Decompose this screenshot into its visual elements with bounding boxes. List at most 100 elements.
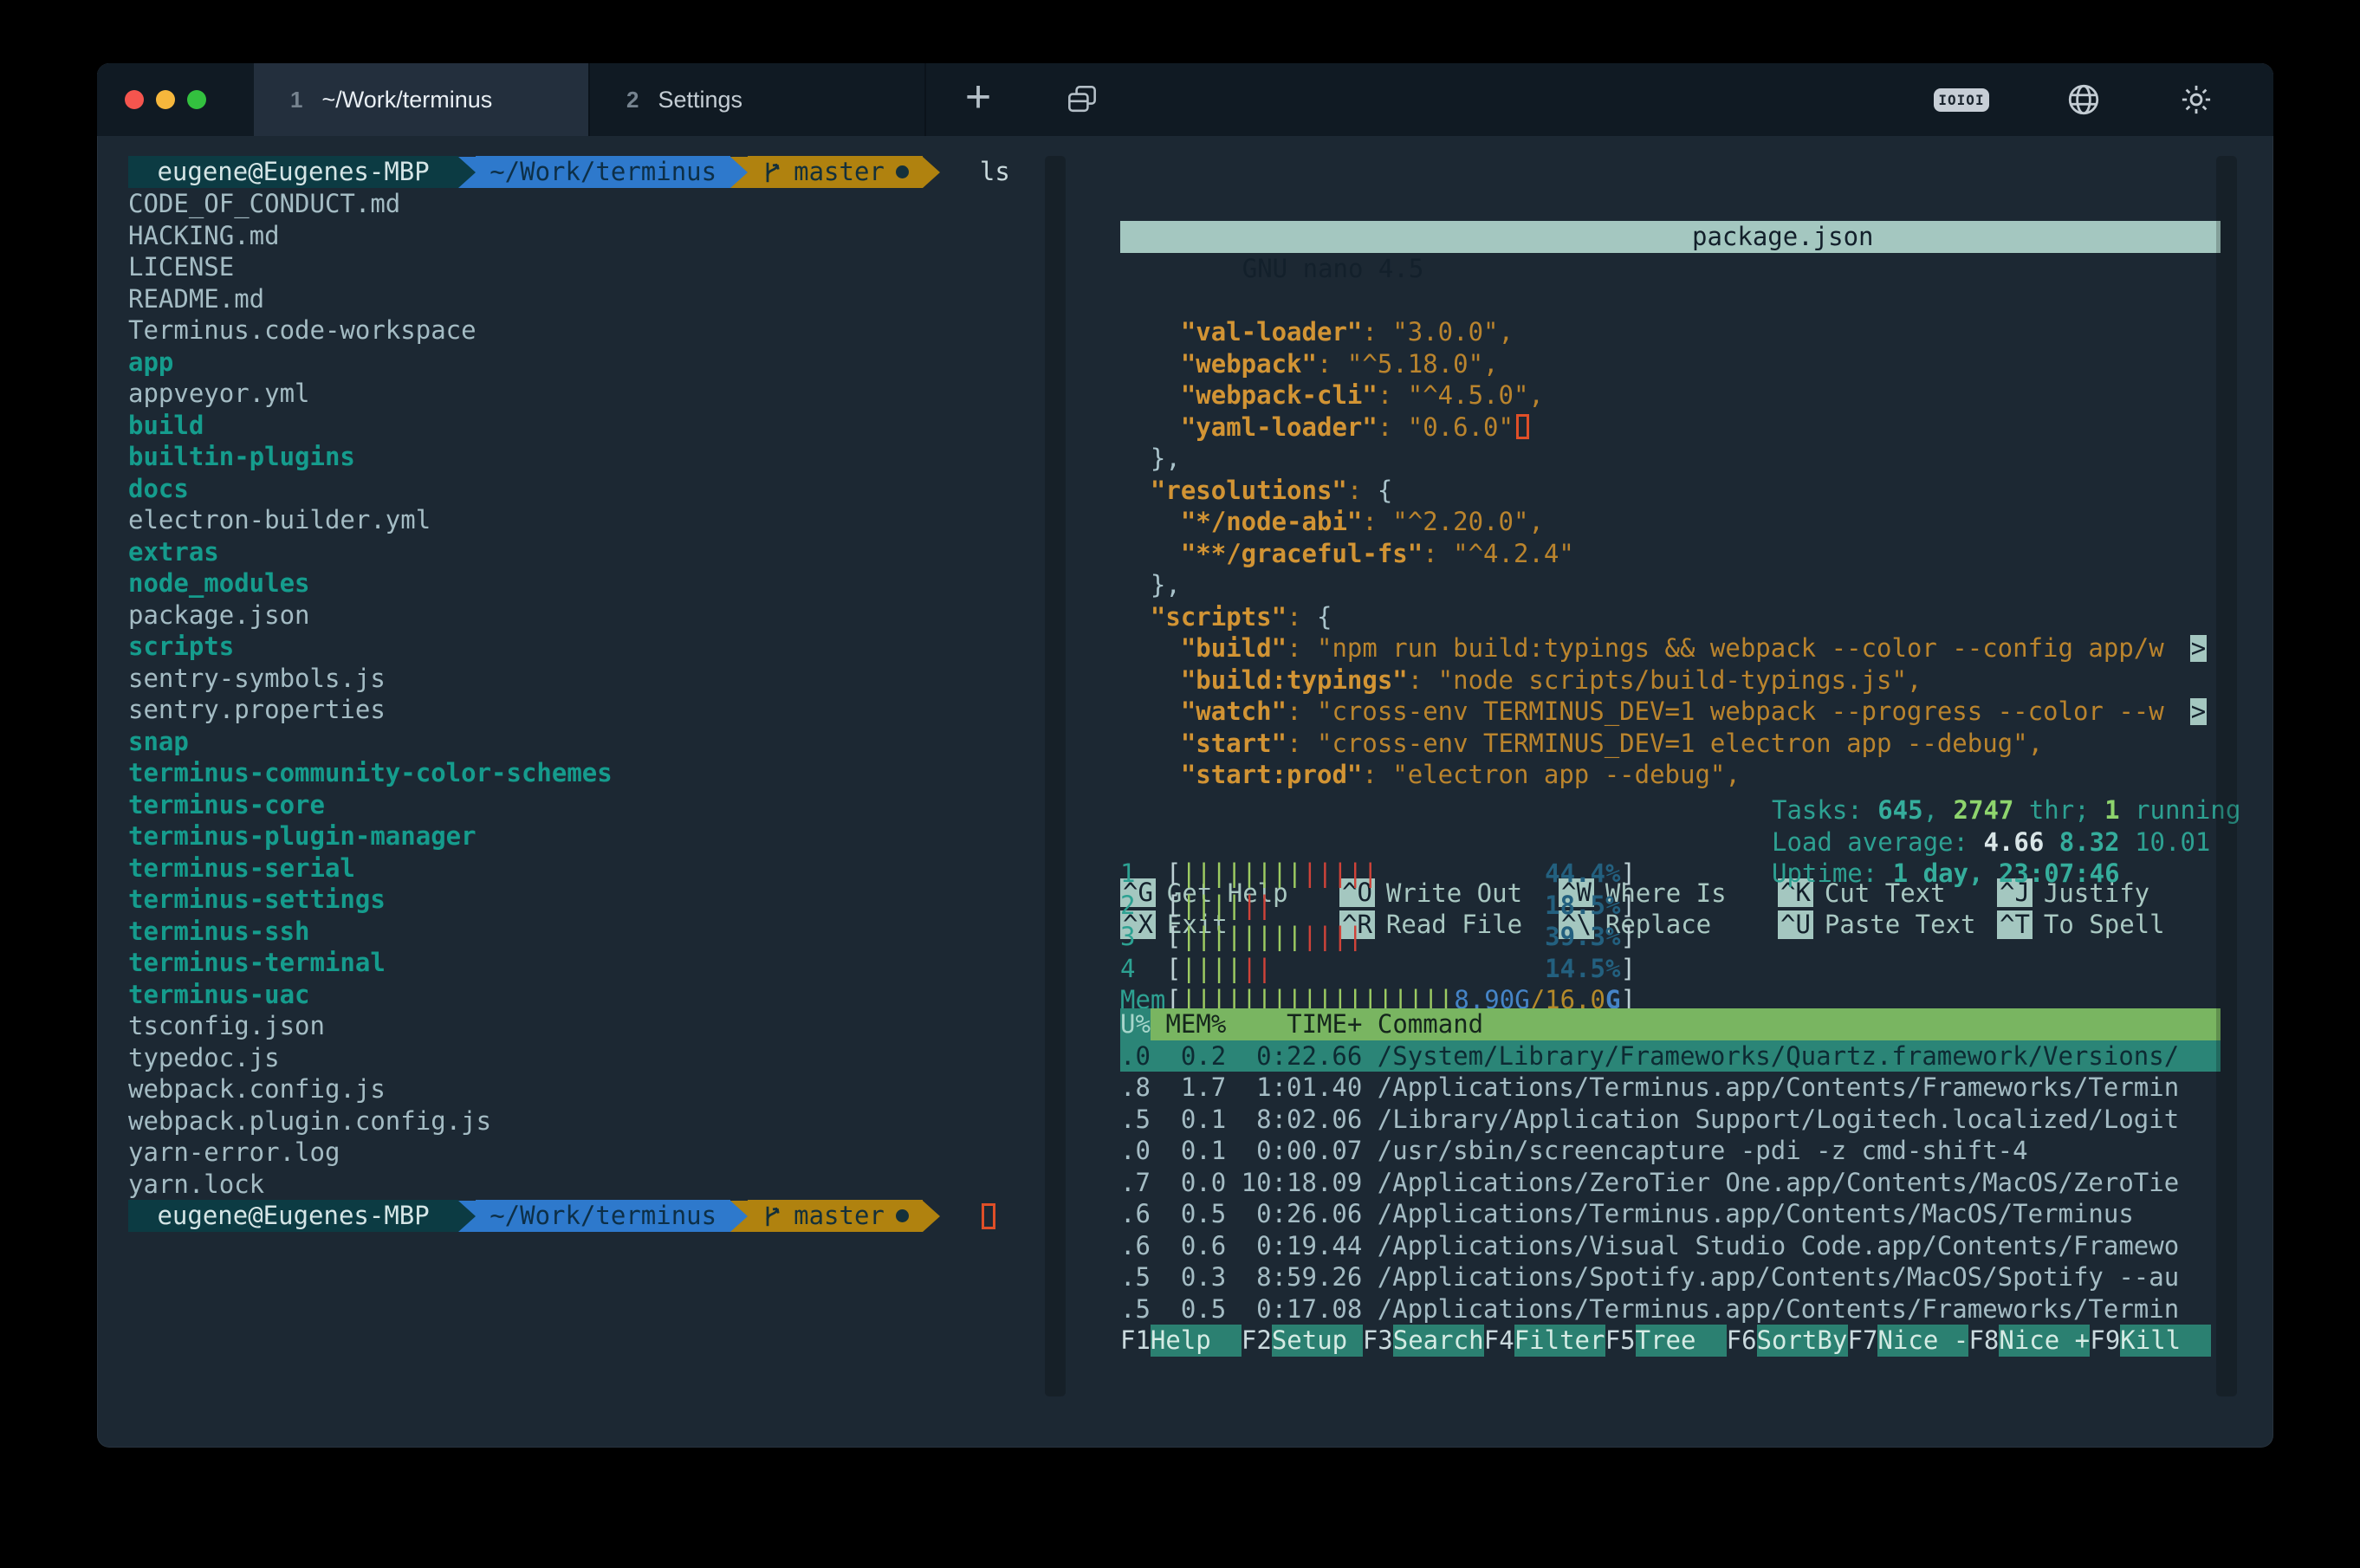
fkey-button[interactable]: F5Tree xyxy=(1605,1325,1727,1357)
file-item: terminus-core xyxy=(128,789,1125,821)
process-row[interactable]: .5 0.1 8:02.06 /Library/Application Supp… xyxy=(1120,1104,2221,1136)
nano-text: "resolutions" xyxy=(1151,476,1347,505)
bars-kernel: |||| xyxy=(1302,922,1363,951)
branch-name: master xyxy=(794,1200,885,1232)
fkey-button[interactable]: F6SortBy xyxy=(1727,1325,1848,1357)
htop-fkey-bar: F1Help F2Setup F3SearchF4FilterF5Tree F6… xyxy=(1120,1325,2211,1357)
nano-line: "start:prod": "electron app --debug", xyxy=(1120,759,2221,791)
process-table-header[interactable]: U% MEM% TIME+ Command xyxy=(1120,1008,2221,1040)
tab-bar: 1 ~/Work/terminus 2 Settings + IOIOI xyxy=(97,63,2273,136)
fkey-label: Nice - xyxy=(1877,1325,1968,1357)
fkey-button[interactable]: F4Filter xyxy=(1484,1325,1605,1357)
process-row[interactable]: .7 0.0 10:18.09 /Applications/ZeroTier O… xyxy=(1120,1167,2221,1199)
nano-text xyxy=(1120,665,1181,695)
new-tab-button[interactable]: + xyxy=(926,63,1030,136)
fkey-button[interactable]: F9Kill xyxy=(2090,1325,2211,1357)
meter-value: 44.4% xyxy=(1545,858,1620,890)
meter-value: 14.5% xyxy=(1545,953,1620,985)
summary-text: , xyxy=(1923,795,1954,825)
nano-line: "yaml-loader": "0.6.0" xyxy=(1120,411,2221,444)
split-tab-button[interactable] xyxy=(1030,63,1134,136)
file-item: sentry.properties xyxy=(128,694,1125,726)
meter-value: 18.5% xyxy=(1545,890,1620,922)
process-row[interactable]: .5 0.3 8:59.26 /Applications/Spotify.app… xyxy=(1120,1261,2221,1293)
fkey-button[interactable]: F3Search xyxy=(1363,1325,1484,1357)
process-row[interactable]: .6 0.6 0:19.44 /Applications/Visual Stud… xyxy=(1120,1230,2221,1262)
uptime: Uptime: 1 day, 23:07:46 xyxy=(1772,858,2240,890)
file-item: terminus-ssh xyxy=(128,916,1125,948)
tab-terminal[interactable]: 1 ~/Work/terminus xyxy=(254,63,590,136)
powerline-arrow-icon xyxy=(923,157,940,188)
line-continues-icon: > xyxy=(2190,635,2207,662)
meter-track: ||||||18.5% xyxy=(1181,890,1620,922)
process-row[interactable]: .8 1.7 1:01.40 /Applications/Terminus.ap… xyxy=(1120,1072,2221,1104)
serial-port-icon: IOIOI xyxy=(1934,88,1989,112)
close-window-button[interactable] xyxy=(125,90,144,109)
meter-bracket: ] xyxy=(1620,921,1635,953)
fkey-button[interactable]: F2Setup xyxy=(1242,1325,1363,1357)
process-row[interactable]: .5 0.5 0:17.08 /Applications/Terminus.ap… xyxy=(1120,1293,2221,1325)
htop-summary: Tasks: 645, 2747 thr; 1 runningLoad aver… xyxy=(1772,794,2240,890)
fkey-number: F2 xyxy=(1242,1325,1272,1357)
process-row[interactable]: .0 0.2 0:22.66 /System/Library/Framework… xyxy=(1120,1040,2221,1072)
tasks-summary: Tasks: 645, 2747 thr; 1 running xyxy=(1772,794,2240,826)
nano-line: "start": "cross-env TERMINUS_DEV=1 elect… xyxy=(1120,728,2221,760)
left-terminal-pane[interactable]: eugene@Eugenes-MBP ~/Work/terminusmaster… xyxy=(128,156,1125,1232)
left-pane-scrollbar[interactable] xyxy=(1045,156,1066,1396)
bars-normal: |||||||| xyxy=(1181,922,1302,951)
summary-text: 2747 xyxy=(1954,795,2014,825)
nano-line: "val-loader": "3.0.0", xyxy=(1120,316,2221,348)
bars-normal: |||| xyxy=(1181,891,1242,920)
column-header-cpu[interactable]: U% xyxy=(1120,1008,1151,1040)
file-item: terminus-uac xyxy=(128,979,1125,1011)
minimize-window-button[interactable] xyxy=(156,90,175,109)
process-row[interactable]: .0 0.1 0:00.07 /usr/sbin/screencapture -… xyxy=(1120,1135,2221,1167)
summary-text: thr; xyxy=(2013,795,2104,825)
gear-icon xyxy=(2178,81,2214,118)
htop-pane[interactable]: 1[|||||||||||||44.4%]2[||||||18.5%]3[|||… xyxy=(1120,794,2221,1401)
file-item: terminus-plugin-manager xyxy=(128,820,1125,852)
column-headers: MEM% TIME+ Command xyxy=(1151,1009,1483,1039)
fkey-button[interactable]: F1Help xyxy=(1120,1325,1242,1357)
nano-text: : "npm run build:typings && webpack --co… xyxy=(1287,633,2164,663)
web-button[interactable] xyxy=(2065,81,2102,118)
branch-name: master xyxy=(794,156,885,188)
file-item: docs xyxy=(128,473,1125,505)
fkey-number: F5 xyxy=(1605,1325,1636,1357)
summary-text: 645 xyxy=(1877,795,1922,825)
fkey-button[interactable]: F7Nice - xyxy=(1848,1325,1969,1357)
fkey-label: SortBy xyxy=(1757,1325,1848,1357)
nano-text: : "^4.2.4" xyxy=(1423,539,1574,568)
fkey-button[interactable]: F8Nice + xyxy=(1968,1325,2090,1357)
meter-track: ||||||||||||39.3% xyxy=(1181,921,1620,953)
fkey-number: F3 xyxy=(1363,1325,1393,1357)
fkey-label: Tree xyxy=(1636,1325,1727,1357)
nano-text: "webpack-cli" xyxy=(1181,380,1378,410)
nano-text: "scripts" xyxy=(1151,602,1287,632)
modified-dot-icon xyxy=(896,165,909,178)
nano-text: }, xyxy=(1120,570,1181,599)
file-item: appveyor.yml xyxy=(128,378,1125,410)
meter-value-text: 44.4% xyxy=(1545,859,1620,888)
prompt-segment-path: ~/Work/terminus xyxy=(476,1200,730,1232)
file-item: snap xyxy=(128,726,1125,758)
shell-prompt: eugene@Eugenes-MBP ~/Work/terminusmaster xyxy=(128,1200,1125,1232)
nano-text: "val-loader" xyxy=(1181,317,1363,347)
traffic-lights xyxy=(97,63,254,136)
nano-line: "resolutions": { xyxy=(1120,475,2221,507)
fkey-label: Nice + xyxy=(1999,1325,2090,1357)
settings-button[interactable] xyxy=(2178,81,2214,118)
nano-text: "webpack" xyxy=(1181,349,1317,379)
powerline-arrow-icon xyxy=(730,157,748,188)
maximize-window-button[interactable] xyxy=(187,90,206,109)
process-row[interactable]: .6 0.5 0:26.06 /Applications/Terminus.ap… xyxy=(1120,1198,2221,1230)
nano-file-name: package.json xyxy=(1692,221,1874,253)
meter-track: |||||||||||||44.4% xyxy=(1181,858,1620,890)
tab-settings[interactable]: 2 Settings xyxy=(590,63,926,136)
file-item: electron-builder.yml xyxy=(128,504,1125,536)
tabbar-spacer xyxy=(1134,63,1934,136)
right-pane-scrollbar[interactable] xyxy=(2216,156,2237,1396)
nano-text xyxy=(1120,380,1181,410)
serial-port-button[interactable]: IOIOI xyxy=(1934,88,1989,112)
fkey-number: F8 xyxy=(1968,1325,1999,1357)
